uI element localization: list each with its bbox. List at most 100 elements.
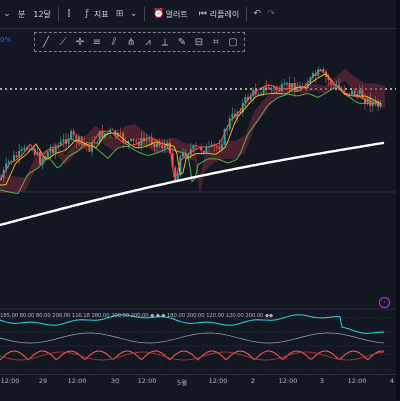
candle-body (130, 138, 132, 141)
candle-body (278, 90, 281, 92)
candle-body (62, 139, 65, 142)
time-tick-label: 29 (38, 377, 48, 385)
price-scale-edge[interactable] (396, 0, 400, 400)
candle-body (283, 83, 286, 85)
interval-button[interactable]: 12달 (29, 4, 55, 24)
candle-body (119, 132, 122, 134)
drawing-toolbar: ╱ ⟋ ✛ ≡ ⫽ ⋔ ⩘ ⟂ ✎ ⊟ ⌗ ▢ (34, 32, 245, 52)
oscillator-gray-line (0, 332, 385, 344)
interval-label[interactable]: 분 (14, 4, 29, 24)
candle-body (72, 131, 75, 135)
text-icon[interactable]: ⊟ (192, 35, 206, 49)
trend-line-icon[interactable]: ╱ (39, 35, 53, 49)
layout-icon[interactable]: ⊞ (113, 7, 127, 21)
indicators-label: 지표 (93, 9, 109, 19)
candle-body (18, 150, 21, 158)
candle-body (46, 151, 49, 157)
candle-body (49, 148, 52, 152)
time-tick-label: 12:00 (278, 377, 298, 385)
candle-body (260, 93, 262, 95)
candle-body (23, 147, 26, 150)
indicators-button[interactable]: ƒ 지표 (76, 4, 113, 24)
time-tick-label: 12:00 (208, 377, 228, 385)
time-tick-label: 3 (319, 377, 325, 385)
chevron-down-icon[interactable]: ⌄ (127, 7, 141, 21)
alert-label: 얼러트 (165, 9, 188, 19)
oscillator-value-badges: 185.00 80.00 80.00 200.00 116.18 280.00 … (0, 313, 273, 319)
candle-body (361, 90, 364, 99)
candle-body (262, 86, 265, 94)
candle-body (291, 83, 294, 88)
time-tick-label: 30 (110, 377, 120, 385)
replay-label: 리플레이 (209, 9, 240, 19)
candle-body (15, 155, 18, 158)
candle-body (163, 145, 166, 149)
candle-body (265, 86, 268, 88)
candle-body (153, 143, 156, 148)
candle-body (70, 131, 73, 139)
time-tick-label: 12:00 (0, 377, 20, 385)
candle-body (202, 150, 205, 153)
side-percent-label: 0% (0, 36, 12, 44)
candle-body (280, 84, 283, 92)
candle-body (358, 90, 361, 95)
time-tick-label: 12:00 (347, 377, 367, 385)
time-tick-label: 2 (250, 377, 256, 385)
candle-body (270, 87, 273, 90)
candle-body (197, 146, 200, 148)
measure-icon[interactable]: ⌗ (209, 35, 223, 49)
scroll-to-latest-button[interactable]: › (379, 297, 390, 308)
price-chart[interactable] (0, 50, 400, 300)
candle-body (218, 146, 221, 150)
candle-body (182, 152, 184, 157)
pattern-icon[interactable]: ⩘ (141, 35, 155, 49)
candle-body (286, 83, 288, 84)
candle-body (52, 148, 54, 154)
candle-body (192, 145, 195, 150)
time-tick-label: 5월 (176, 379, 188, 387)
candle-body (288, 83, 291, 88)
toolbar-divider (57, 7, 59, 21)
replay-button[interactable]: ⏮ 리플레이 (192, 4, 243, 24)
candle-body (205, 146, 208, 153)
candle-body (39, 151, 41, 164)
replay-icon: ⏮ (198, 9, 207, 19)
alert-icon: ⏰ (153, 9, 165, 19)
cloud-area (0, 68, 385, 195)
candle-body (145, 140, 148, 142)
time-tick-label: 12:00 (67, 377, 87, 385)
brush-icon[interactable]: ✎ (175, 35, 189, 49)
channel-icon[interactable]: ⫽ (107, 35, 121, 49)
candle-body (93, 141, 96, 144)
projection-icon[interactable]: ⟂ (158, 35, 172, 49)
toolbar-divider (143, 7, 145, 21)
time-axis[interactable]: 12:00 29 12:00 30 12:00 5월 12:00 2 12:00… (0, 374, 400, 401)
fib-icon[interactable]: ≡ (90, 35, 104, 49)
candle-body (54, 147, 57, 154)
candle-body (161, 145, 164, 149)
bar-style-icon[interactable]: ⫿ (62, 7, 76, 21)
candle-body (174, 167, 177, 182)
candle-body (13, 155, 15, 161)
cross-icon[interactable]: ✛ (73, 35, 87, 49)
candle-body (20, 149, 23, 151)
candle-body (132, 138, 135, 141)
ray-icon[interactable]: ⟋ (56, 35, 70, 49)
candle-body (353, 90, 356, 96)
candle-body (122, 133, 125, 142)
frame-icon[interactable]: ▢ (226, 35, 240, 49)
alert-button[interactable]: ⏰ 얼러트 (148, 4, 192, 24)
pitchfork-icon[interactable]: ⋔ (124, 35, 138, 49)
redo-icon[interactable]: ↷ (264, 7, 278, 21)
time-tick-label: 12:00 (137, 377, 157, 385)
chevron-down-icon[interactable]: ⌄ (0, 7, 14, 21)
candle-body (221, 144, 223, 150)
undo-icon[interactable]: ↶ (250, 7, 264, 21)
candle-body (351, 90, 353, 95)
candle-body (7, 161, 10, 164)
toolbar-divider (246, 7, 248, 21)
candle-body (111, 129, 114, 131)
candle-body (231, 113, 234, 119)
top-toolbar: ⌄ 분 12달 ⫿ ƒ 지표 ⊞ ⌄ ⏰ 얼러트 ⏮ 리플레이 ↶ ↷ (0, 0, 400, 29)
candle-body (215, 146, 218, 148)
